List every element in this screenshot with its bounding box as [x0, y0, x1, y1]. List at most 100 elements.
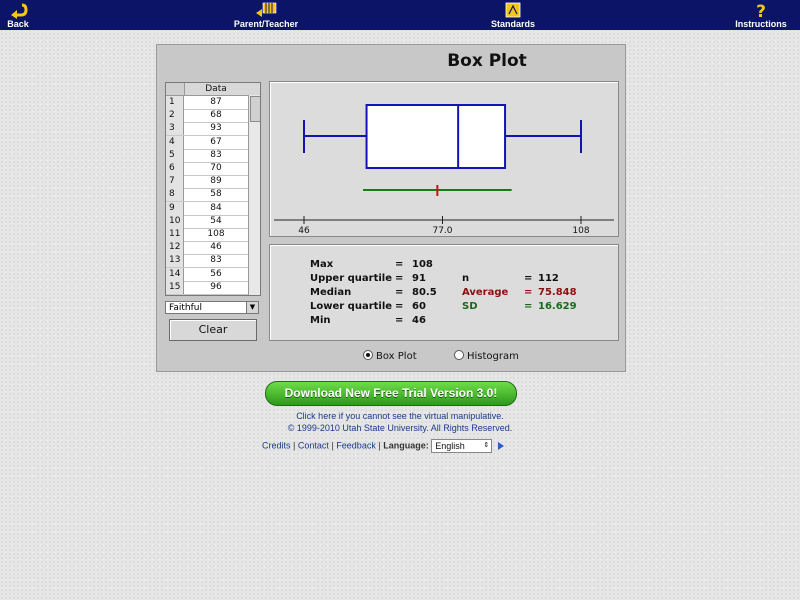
- median-value: 80.5: [412, 287, 437, 298]
- row-value[interactable]: 96: [185, 281, 247, 294]
- tick-label: 77.0: [432, 226, 452, 236]
- table-row[interactable]: 12 46: [166, 241, 248, 256]
- table-row[interactable]: 6 70: [166, 162, 248, 176]
- standards-button[interactable]: Standards: [490, 1, 536, 29]
- histogram-radio-label: Histogram: [467, 351, 519, 362]
- copyright-text: © 1999-2010 Utah State University. All R…: [287, 423, 513, 433]
- radio-selected-icon: [363, 350, 373, 360]
- dataset-select[interactable]: Faithful ▼: [165, 301, 259, 314]
- table-row[interactable]: 1 87: [166, 96, 248, 110]
- back-button[interactable]: Back: [4, 1, 32, 29]
- row-value[interactable]: 46: [185, 241, 247, 254]
- row-value[interactable]: 93: [185, 122, 247, 135]
- upper-quartile-value: 91: [412, 273, 426, 284]
- table-row[interactable]: 8 58: [166, 188, 248, 203]
- table-row[interactable]: 3 93: [166, 122, 248, 137]
- dataset-value: Faithful: [169, 303, 202, 313]
- back-label: Back: [7, 19, 29, 29]
- row-index: 1: [166, 96, 184, 109]
- language-select[interactable]: English ⇕: [431, 439, 493, 453]
- uq-eq: =: [395, 273, 404, 284]
- n-label: n: [462, 273, 470, 284]
- instructions-label: Instructions: [735, 19, 787, 29]
- row-value[interactable]: 87: [185, 96, 247, 109]
- table-row[interactable]: 2 68: [166, 109, 248, 124]
- average-label: Average: [462, 287, 509, 298]
- table-row[interactable]: 13 83: [166, 254, 248, 269]
- row-index: 15: [166, 280, 184, 294]
- download-trial-button[interactable]: Download New Free Trial Version 3.0!: [265, 381, 517, 406]
- row-value[interactable]: 84: [185, 202, 247, 215]
- credits-link[interactable]: Credits: [262, 440, 291, 450]
- table-row[interactable]: 5 83: [166, 148, 248, 163]
- parent-teacher-icon: [256, 2, 277, 17]
- box-plot-svg: 46 77.0 108: [274, 104, 614, 236]
- feedback-link[interactable]: Feedback: [336, 440, 376, 450]
- row-index: 2: [166, 109, 184, 123]
- instructions-button[interactable]: ? Instructions: [735, 1, 787, 29]
- lower-quartile-label: Lower quartile: [310, 301, 393, 312]
- box-plot-radio-label: Box Plot: [376, 351, 417, 362]
- scroll-thumb[interactable]: [250, 96, 260, 122]
- table-row[interactable]: 7 89: [166, 175, 248, 190]
- row-value[interactable]: 70: [185, 162, 247, 175]
- median-label: Median: [310, 287, 352, 298]
- row-value[interactable]: 56: [185, 268, 247, 281]
- max-value: 108: [412, 259, 433, 270]
- footer-links: Credits | Contact | Feedback | Language:…: [262, 439, 504, 453]
- iqr-box: [365, 104, 507, 169]
- help-link-text[interactable]: Click here if you cannot see the virtual…: [296, 411, 504, 421]
- max-label: Max: [310, 259, 334, 270]
- row-value[interactable]: 89: [185, 175, 247, 188]
- row-value[interactable]: 67: [185, 136, 247, 149]
- min-label: Min: [310, 315, 331, 326]
- sd-value: 16.629: [538, 301, 577, 312]
- stats-panel: Max = 108 Upper quartile = 91 Median = 8…: [269, 244, 619, 341]
- separator: |: [293, 440, 296, 451]
- table-scrollbar[interactable]: [248, 95, 260, 295]
- table-row[interactable]: 10 54: [166, 214, 248, 229]
- table-row[interactable]: 15 96: [166, 280, 248, 295]
- row-index: 11: [166, 228, 184, 241]
- table-row[interactable]: 14 56: [166, 267, 248, 282]
- parent-teacher-button[interactable]: Parent/Teacher: [232, 1, 300, 29]
- n-value: 112: [538, 273, 559, 284]
- row-index: 9: [166, 201, 184, 215]
- average-eq: =: [524, 287, 533, 298]
- min-eq: =: [395, 315, 404, 326]
- table-row[interactable]: 11 108: [166, 228, 248, 242]
- tick-label: 46: [298, 226, 310, 236]
- language-label: Language:: [383, 440, 429, 451]
- go-arrow-icon[interactable]: [497, 442, 504, 450]
- data-column-header: Data: [205, 84, 227, 94]
- contact-link[interactable]: Contact: [298, 440, 329, 450]
- top-nav-bar: Back Parent/Teacher Standards ? Instruct…: [0, 0, 800, 30]
- chevron-updown-icon: ⇕: [483, 442, 490, 449]
- table-row[interactable]: 4 67: [166, 135, 248, 150]
- row-value[interactable]: 68: [185, 109, 247, 122]
- histogram-radio[interactable]: Histogram: [454, 350, 519, 362]
- row-value[interactable]: 54: [185, 215, 247, 228]
- row-value[interactable]: 83: [185, 149, 247, 162]
- data-table[interactable]: Data 1 87 2 68 3 93 4 67 5 83 6 70 7 89 8 58 9 84 10 54 11 10…: [165, 82, 261, 296]
- min-value: 46: [412, 315, 426, 326]
- upper-quartile-label: Upper quartile: [310, 273, 393, 284]
- row-index: 8: [166, 188, 184, 202]
- row-index: 14: [166, 267, 184, 281]
- clear-button[interactable]: Clear: [169, 319, 257, 341]
- row-value[interactable]: 83: [185, 254, 247, 267]
- table-row[interactable]: 9 84: [166, 201, 248, 216]
- median-eq: =: [395, 287, 404, 298]
- data-table-header: Data: [166, 83, 260, 96]
- row-value[interactable]: 58: [185, 188, 247, 201]
- box-plot-radio[interactable]: Box Plot: [363, 350, 417, 362]
- average-value: 75.848: [538, 287, 577, 298]
- help-link[interactable]: Click here if you cannot see the virtual…: [0, 411, 800, 421]
- lower-quartile-value: 60: [412, 301, 426, 312]
- row-index: 4: [166, 135, 184, 149]
- row-value[interactable]: 108: [185, 228, 247, 241]
- applet-panel: Box Plot Data 1 87 2 68 3 93 4 67 5 83 6 70 7 89 8 58 9 8…: [156, 44, 626, 372]
- sd-label: SD: [462, 301, 478, 312]
- header-corner: [166, 83, 185, 95]
- box-plot-area: 46 77.0 108: [269, 81, 619, 237]
